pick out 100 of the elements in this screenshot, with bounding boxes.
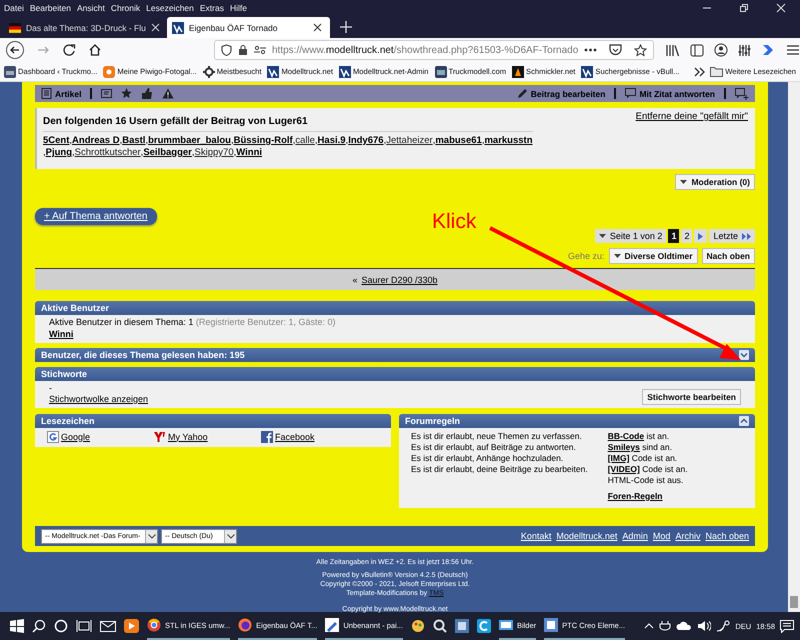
username-link[interactable]: Winni bbox=[236, 147, 262, 159]
next-page-button[interactable] bbox=[694, 229, 708, 243]
reload-icon[interactable] bbox=[62, 43, 76, 57]
address-field[interactable]: https://www.modelltruck.net/showthread.php?61503-%D6AF-Tornado bbox=[214, 40, 654, 60]
menu-item[interactable]: Lesezeichen bbox=[146, 2, 194, 12]
magnifier-icon[interactable] bbox=[432, 619, 447, 633]
username-link[interactable]: 5Cent bbox=[43, 135, 70, 147]
document-icon bbox=[41, 88, 52, 99]
username-link[interactable]: Schrottkutscher bbox=[74, 147, 141, 159]
app-icon bbox=[544, 618, 558, 632]
menu-item[interactable]: Ansicht bbox=[76, 2, 105, 12]
search-icon[interactable] bbox=[32, 619, 46, 633]
chat-icon[interactable] bbox=[101, 88, 112, 98]
thumb-icon[interactable] bbox=[141, 88, 154, 99]
more-icon[interactable] bbox=[584, 48, 598, 52]
circle-icon[interactable] bbox=[54, 619, 68, 633]
separator: , bbox=[230, 135, 234, 147]
username-link[interactable]: calle bbox=[295, 135, 315, 147]
library-icon[interactable] bbox=[666, 44, 680, 56]
scrollbar-thumb[interactable] bbox=[790, 596, 798, 608]
permission-text: Es ist dir erlaubt, auf Beiträge zu antworten. bbox=[411, 442, 577, 453]
tag-cloud-link[interactable]: Stichwortwolke anzeigen bbox=[49, 394, 148, 405]
top-button[interactable]: Nach oben bbox=[702, 248, 755, 264]
footer-link[interactable]: Admin bbox=[622, 531, 648, 541]
palette-icon[interactable] bbox=[410, 619, 425, 633]
bookmark-service-link[interactable]: Facebook bbox=[261, 431, 368, 443]
remove-like-link[interactable]: Entferne deine "gefällt mir" bbox=[636, 111, 748, 122]
moderation-button[interactable]: Moderation (0) bbox=[675, 174, 755, 190]
footer-link[interactable]: Kontakt bbox=[520, 531, 552, 541]
app-icon[interactable] bbox=[476, 619, 491, 633]
menu-icon[interactable] bbox=[786, 44, 800, 56]
cloud-icon[interactable] bbox=[676, 621, 692, 631]
task-view-icon[interactable] bbox=[76, 619, 92, 633]
collapse-icon[interactable] bbox=[739, 416, 749, 426]
bookmark-service-link[interactable]: Google bbox=[47, 431, 154, 443]
thread-link[interactable]: Saurer D290 /330b bbox=[361, 274, 438, 284]
close-icon[interactable] bbox=[312, 23, 322, 32]
page-number[interactable]: 1 bbox=[668, 229, 680, 243]
power-plug-icon[interactable] bbox=[659, 620, 672, 632]
toolbar-link[interactable]: Beitrag bearbeiten bbox=[516, 88, 606, 99]
username-link[interactable]: brummbaer_balou bbox=[148, 135, 231, 147]
browser-tab[interactable]: Das alte Thema: 3D-Druck - Flu bbox=[4, 17, 165, 38]
chevron-up-icon[interactable] bbox=[644, 623, 654, 629]
footer-link[interactable]: Nach oben bbox=[705, 531, 749, 541]
menu-item[interactable]: Hilfe bbox=[230, 2, 247, 12]
expand-icon[interactable] bbox=[739, 350, 749, 360]
scrollbar[interactable] bbox=[788, 82, 800, 612]
username-link[interactable]: markusstn bbox=[484, 135, 533, 147]
media-player-icon[interactable] bbox=[124, 619, 139, 633]
google-logo-icon bbox=[47, 431, 59, 443]
footer-link[interactable]: Archiv bbox=[675, 531, 700, 541]
new-tab-icon[interactable] bbox=[340, 21, 352, 33]
forum-rules-link[interactable]: Foren-Regeln bbox=[608, 491, 688, 502]
speaker-icon[interactable] bbox=[697, 620, 712, 632]
separator: , bbox=[120, 135, 122, 147]
username-link[interactable]: Andreas D bbox=[72, 135, 120, 147]
toolbar-link[interactable]: Mit Zitat antworten bbox=[625, 88, 715, 99]
menu-item[interactable]: Bearbeiten bbox=[30, 2, 71, 12]
username-link[interactable]: Hasi.9 bbox=[318, 135, 346, 147]
restore-icon[interactable] bbox=[739, 2, 749, 12]
star-icon[interactable] bbox=[121, 88, 132, 99]
username-link[interactable]: Bastl bbox=[122, 135, 146, 147]
star-icon[interactable] bbox=[634, 44, 648, 56]
username-link[interactable]: Jettaheizer bbox=[386, 135, 433, 147]
sidebar-icon[interactable] bbox=[690, 44, 704, 56]
edit-tags-button[interactable]: Stichworte bearbeiten bbox=[642, 389, 741, 405]
mail-icon[interactable] bbox=[100, 620, 116, 632]
notification-icon[interactable] bbox=[780, 620, 794, 632]
username-link[interactable]: Skippy70 bbox=[194, 147, 234, 159]
browser-tab[interactable]: Eigenbau ÖAF Tornado bbox=[166, 17, 330, 38]
username-link[interactable]: mabuse61 bbox=[435, 135, 482, 147]
menu-item[interactable]: Extras bbox=[200, 2, 224, 12]
username-link[interactable]: Seilbagger bbox=[143, 147, 192, 159]
multiquote-icon[interactable] bbox=[735, 88, 749, 100]
home-icon[interactable] bbox=[88, 43, 102, 57]
equalizer-icon[interactable] bbox=[738, 44, 752, 56]
forum-jump-button[interactable]: Diverse Oldtimer bbox=[608, 248, 698, 264]
url-text: https://www.modelltruck.net/showthread.php?61503-%D6AF-Tornado bbox=[272, 44, 578, 56]
page-menu[interactable]: Seite 1 von 2 bbox=[594, 229, 666, 243]
back-icon[interactable] bbox=[6, 41, 24, 59]
windows-start-icon[interactable] bbox=[10, 619, 24, 633]
network-icon[interactable] bbox=[716, 620, 730, 632]
username-link[interactable]: Indy676 bbox=[348, 135, 384, 147]
bookmark-service-link[interactable]: My Yahoo bbox=[154, 431, 261, 443]
menu-item[interactable]: Chronik bbox=[110, 2, 140, 12]
username-link[interactable]: Pjung bbox=[46, 147, 72, 159]
chevron-icon[interactable] bbox=[694, 66, 706, 76]
warning-icon[interactable] bbox=[162, 88, 174, 99]
article-link[interactable]: Artikel bbox=[41, 88, 82, 99]
menu-item[interactable]: Datei bbox=[4, 2, 24, 12]
pocket-icon[interactable] bbox=[609, 44, 622, 56]
footer-link[interactable]: Modelltruck.net bbox=[556, 531, 618, 541]
reply-button[interactable]: + Auf Thema antworten bbox=[35, 208, 156, 225]
last-page-link[interactable]: Letzte bbox=[709, 229, 755, 243]
window-app-icon[interactable] bbox=[454, 619, 469, 633]
page-number[interactable]: 2 bbox=[681, 229, 692, 243]
account-icon[interactable] bbox=[714, 43, 728, 57]
username-link[interactable]: Winni bbox=[49, 329, 74, 339]
footer-link[interactable]: Mod bbox=[652, 531, 670, 541]
username-link[interactable]: Büssing-Rolf bbox=[234, 135, 293, 147]
